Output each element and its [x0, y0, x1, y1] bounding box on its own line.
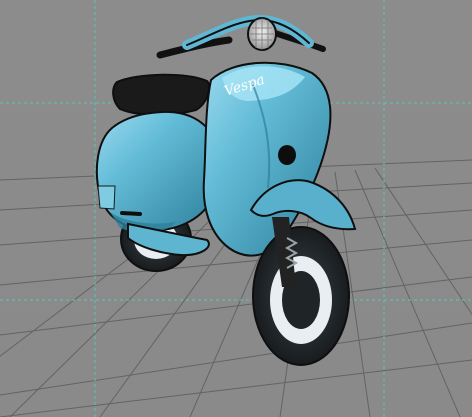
rear-trim: [97, 185, 116, 210]
horn-opening: [278, 145, 296, 165]
seat: [112, 73, 211, 116]
rear-body: [95, 110, 222, 232]
3d-viewport[interactable]: Vespa: [0, 0, 472, 417]
rear-bumper: [120, 211, 142, 216]
viewport-canvas[interactable]: Vespa: [0, 0, 472, 417]
